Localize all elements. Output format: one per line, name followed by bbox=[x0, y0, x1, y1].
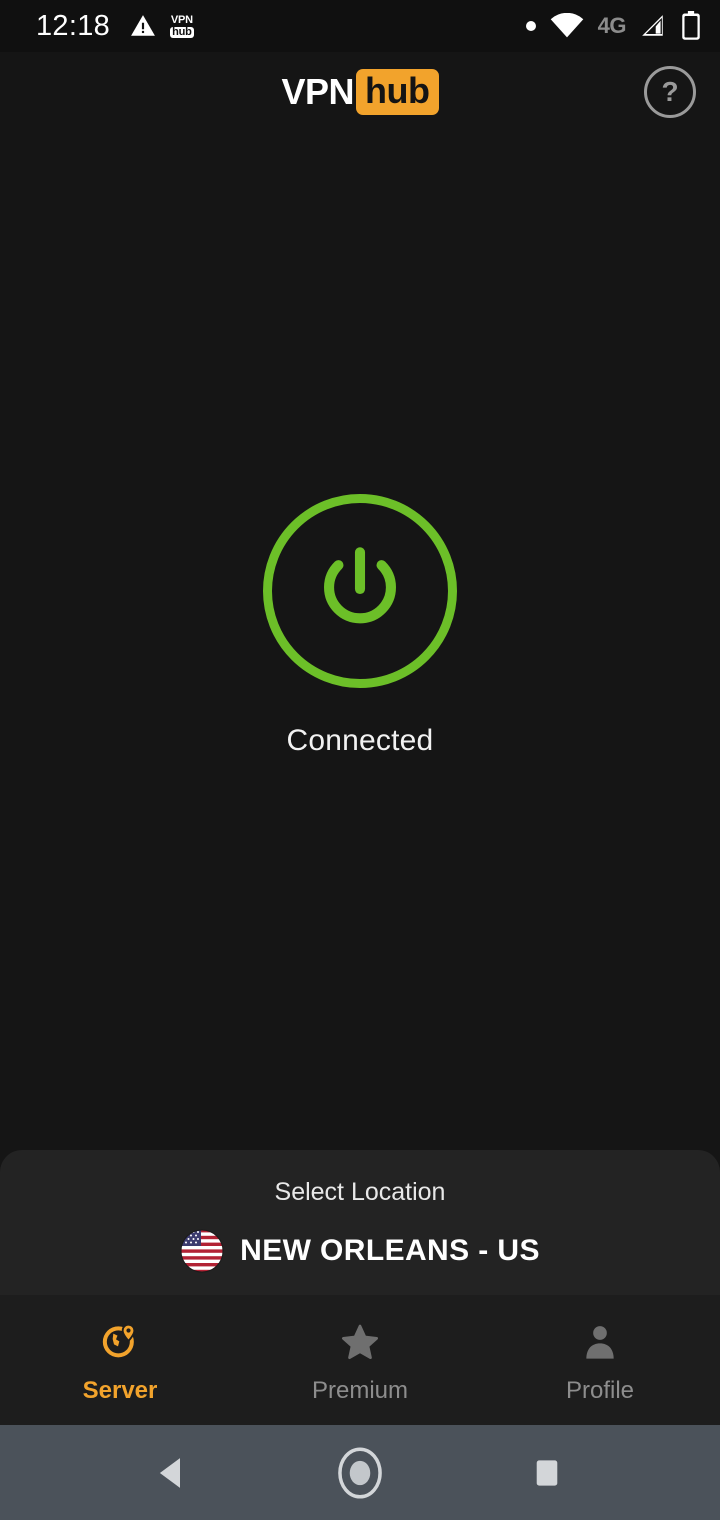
globe-pin-icon bbox=[100, 1321, 140, 1363]
phone-screen: 12:18 VPN hub 4G 22 VPN hub ? Connected … bbox=[0, 0, 720, 1520]
person-icon bbox=[580, 1321, 620, 1363]
app-logo-accent: hub bbox=[356, 69, 439, 115]
android-nav-bar bbox=[0, 1425, 720, 1520]
network-type-label: 4G bbox=[597, 13, 627, 38]
dot-indicator-icon bbox=[525, 21, 536, 31]
us-flag-icon bbox=[180, 1229, 224, 1273]
tab-premium-label: Premium bbox=[311, 1377, 408, 1404]
cell-signal-icon bbox=[640, 13, 666, 39]
vpnhub-notification-icon: VPN hub bbox=[170, 13, 194, 38]
battery-icon: 22 bbox=[680, 11, 702, 41]
status-bar-left-icons: VPN hub bbox=[130, 13, 194, 39]
status-bar-right-icons: 4G 22 bbox=[525, 11, 702, 41]
main-content: Connected bbox=[0, 132, 720, 1150]
tab-premium[interactable]: Premium bbox=[240, 1295, 480, 1425]
back-button[interactable] bbox=[128, 1428, 218, 1518]
star-icon bbox=[340, 1321, 380, 1363]
selected-location-name: NEW ORLEANS - US bbox=[240, 1234, 540, 1267]
power-icon bbox=[305, 534, 415, 649]
connection-status-text: Connected bbox=[286, 724, 434, 757]
select-location-label: Select Location bbox=[274, 1178, 446, 1206]
app-logo-primary: VPN bbox=[281, 71, 355, 112]
home-button[interactable] bbox=[315, 1428, 405, 1518]
battery-level-text: 22 bbox=[685, 21, 697, 33]
status-bar: 12:18 VPN hub 4G 22 bbox=[0, 0, 720, 52]
warning-triangle-icon bbox=[130, 13, 156, 39]
help-icon[interactable]: ? bbox=[644, 66, 696, 118]
selected-location-row[interactable]: NEW ORLEANS - US bbox=[180, 1229, 540, 1273]
tab-profile[interactable]: Profile bbox=[480, 1295, 720, 1425]
vpnhub-notification-top: VPN bbox=[170, 13, 193, 26]
tab-server[interactable]: Server bbox=[0, 1295, 240, 1425]
bottom-tab-bar: Server Premium Profile bbox=[0, 1295, 720, 1425]
status-bar-clock: 12:18 bbox=[36, 9, 111, 42]
power-toggle-button[interactable] bbox=[263, 494, 457, 688]
location-panel[interactable]: Select Location NEW ORLEANS - US bbox=[0, 1150, 720, 1295]
tab-profile-label: Profile bbox=[565, 1377, 635, 1404]
recents-button[interactable] bbox=[502, 1428, 592, 1518]
wifi-icon bbox=[550, 13, 584, 39]
app-header: VPN hub ? bbox=[0, 52, 720, 132]
app-logo: VPN hub bbox=[281, 69, 439, 115]
tab-server-label: Server bbox=[82, 1377, 158, 1404]
vpnhub-notification-bottom: hub bbox=[170, 25, 194, 38]
